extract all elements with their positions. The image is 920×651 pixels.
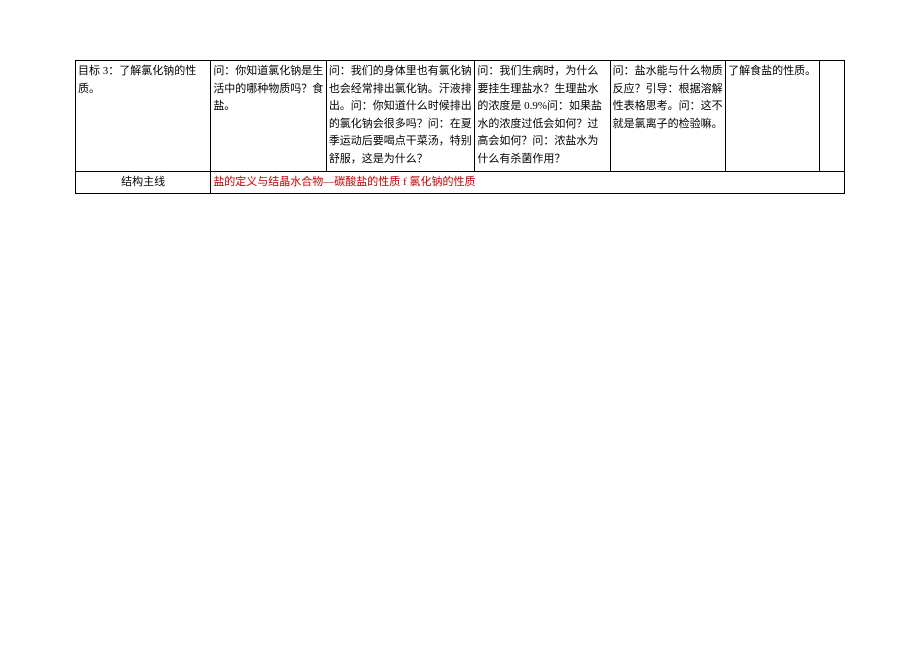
cell-outcome: 了解食盐的性质。 — [726, 61, 820, 172]
cell-q3: 问：我们生病时，为什么要挂生理盐水？生理盐水的浓度是 0.9%问：如果盐水的浓度… — [475, 61, 610, 172]
cell-structure-content: 盐的定义与结晶水合物—碳酸盐的性质 f 氯化钠的性质 — [211, 171, 845, 194]
cell-q1: 问：你知道氯化钠是生活中的哪种物质吗？食盐。 — [211, 61, 327, 172]
document-page: 目标 3：了解氯化钠的性质。 问：你知道氯化钠是生活中的哪种物质吗？食盐。 问：… — [0, 0, 920, 651]
cell-q4: 问：盐水能与什么物质反应？引导：根据溶解性表格思考。问：这不就是氯离子的检验嘛。 — [610, 61, 726, 172]
table-row: 目标 3：了解氯化钠的性质。 问：你知道氯化钠是生活中的哪种物质吗？食盐。 问：… — [76, 61, 845, 172]
cell-objective: 目标 3：了解氯化钠的性质。 — [76, 61, 211, 172]
cell-q2: 问：我们的身体里也有氯化钠也会经常排出氯化钠。汗液排出。问：你知道什么时候排出的… — [326, 61, 475, 172]
table-row: 结构主线 盐的定义与结晶水合物—碳酸盐的性质 f 氯化钠的性质 — [76, 171, 845, 194]
lesson-table: 目标 3：了解氯化钠的性质。 问：你知道氯化钠是生活中的哪种物质吗？食盐。 问：… — [75, 60, 845, 194]
cell-empty — [819, 61, 844, 172]
cell-structure-label: 结构主线 — [76, 171, 211, 194]
